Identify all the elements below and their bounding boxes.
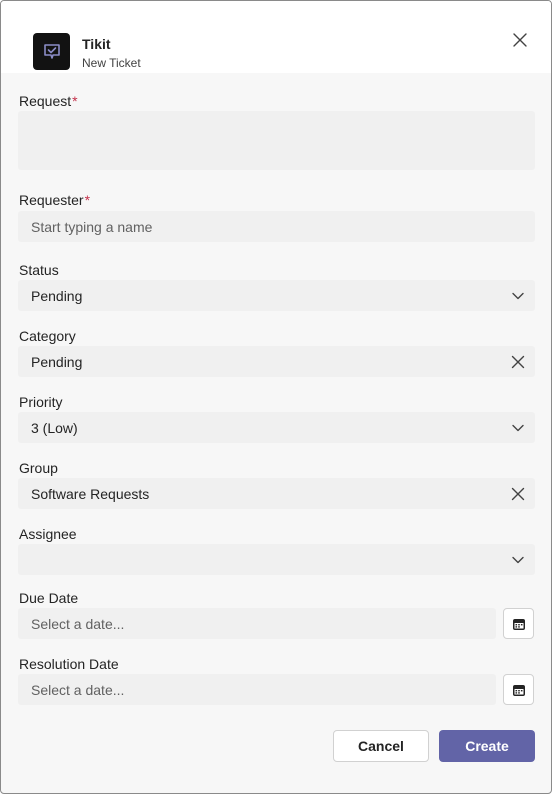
new-ticket-dialog: Tikit New Ticket Request* Requester* Sta… (0, 0, 552, 794)
due-date-placeholder: Select a date... (31, 616, 125, 632)
cancel-button[interactable]: Cancel (333, 730, 429, 762)
close-icon (513, 33, 527, 47)
calendar-icon (512, 618, 525, 630)
chevron-down-icon[interactable] (509, 419, 527, 437)
chevron-down-icon[interactable] (509, 287, 527, 305)
status-dropdown[interactable]: Pending (18, 280, 535, 311)
chat-check-icon (43, 43, 60, 59)
resolution-date-placeholder: Select a date... (31, 682, 125, 698)
group-label: Group (19, 460, 58, 476)
status-label: Status (19, 262, 59, 278)
group-value: Software Requests (31, 486, 150, 502)
app-logo (33, 33, 70, 70)
due-date-input[interactable]: Select a date... (18, 608, 496, 639)
dialog-subtitle: New Ticket (82, 56, 141, 70)
due-date-label: Due Date (19, 590, 79, 606)
app-title: Tikit (82, 36, 111, 52)
requester-input[interactable]: Start typing a name (18, 211, 535, 242)
category-dropdown[interactable]: Pending (18, 346, 535, 377)
requester-label: Requester* (19, 192, 91, 208)
required-marker: * (72, 93, 78, 109)
resolution-date-label: Resolution Date (19, 656, 119, 672)
status-value: Pending (31, 288, 83, 304)
request-textarea[interactable] (18, 111, 535, 170)
chevron-down-icon[interactable] (509, 551, 527, 569)
requester-placeholder: Start typing a name (31, 219, 153, 235)
calendar-icon (512, 684, 525, 696)
priority-dropdown[interactable]: 3 (Low) (18, 412, 535, 443)
clear-icon[interactable] (509, 353, 527, 371)
assignee-label: Assignee (19, 526, 77, 542)
priority-label: Priority (19, 394, 63, 410)
close-button[interactable] (509, 29, 531, 51)
clear-icon[interactable] (509, 485, 527, 503)
category-value: Pending (31, 354, 83, 370)
assignee-dropdown[interactable] (18, 544, 535, 575)
create-button[interactable]: Create (439, 730, 535, 762)
resolution-date-input[interactable]: Select a date... (18, 674, 496, 705)
due-date-calendar-button[interactable] (503, 608, 534, 639)
request-label: Request* (19, 93, 78, 109)
dialog-header: Tikit New Ticket (1, 1, 551, 73)
priority-value: 3 (Low) (31, 420, 78, 436)
required-marker: * (84, 192, 91, 208)
category-label: Category (19, 328, 76, 344)
resolution-date-calendar-button[interactable] (503, 674, 534, 705)
group-dropdown[interactable]: Software Requests (18, 478, 535, 509)
